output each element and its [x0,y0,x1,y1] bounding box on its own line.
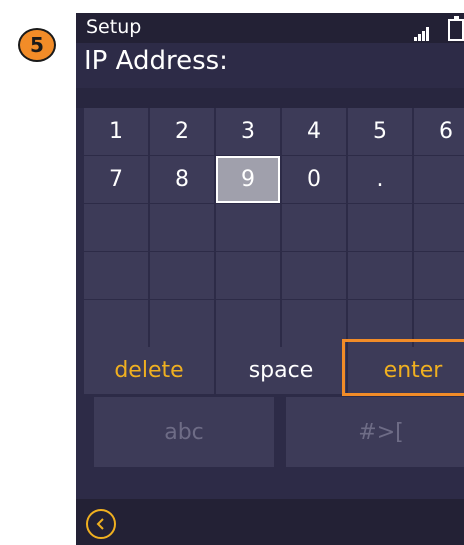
key-empty[interactable] [414,204,464,251]
step-badge: 5 [18,28,56,62]
key-empty[interactable] [414,156,464,203]
key-4[interactable]: 4 [282,108,346,155]
key-empty[interactable] [282,300,346,347]
key-6[interactable]: 6 [414,108,464,155]
key-empty[interactable] [150,204,214,251]
key-empty[interactable] [282,252,346,299]
space-button[interactable]: space [216,347,346,394]
enter-highlight [342,339,464,396]
key-empty[interactable] [84,204,148,251]
key-empty[interactable] [414,252,464,299]
key-7[interactable]: 7 [84,156,148,203]
key-2[interactable]: 2 [150,108,214,155]
bottom-bar [76,499,464,545]
key-empty[interactable] [348,252,412,299]
field-label: IP Address: [84,46,228,76]
status-title: Setup [86,16,142,38]
key-empty[interactable] [216,300,280,347]
key-0[interactable]: 0 [282,156,346,203]
back-arrow-icon[interactable] [86,509,116,539]
key-1[interactable]: 1 [84,108,148,155]
key-5[interactable]: 5 [348,108,412,155]
key-empty[interactable] [216,204,280,251]
key-dot[interactable]: . [348,156,412,203]
symbols-mode-button[interactable]: #>[ [286,397,464,467]
ip-input-field[interactable] [76,88,464,108]
key-empty[interactable] [348,204,412,251]
key-empty[interactable] [150,300,214,347]
status-bar: Setup [76,13,464,43]
key-8[interactable]: 8 [150,156,214,203]
delete-button[interactable]: delete [84,347,214,394]
key-empty[interactable] [150,252,214,299]
abc-mode-button[interactable]: abc [94,397,274,467]
device-screen: Setup IP Address: 123456 7890. delete spa… [76,13,464,545]
key-empty[interactable] [282,204,346,251]
step-number: 5 [30,33,44,57]
signal-icon [414,27,430,41]
key-empty[interactable] [84,300,148,347]
battery-icon [448,16,464,41]
key-empty[interactable] [84,252,148,299]
key-9[interactable]: 9 [216,156,280,203]
key-3[interactable]: 3 [216,108,280,155]
key-empty[interactable] [216,252,280,299]
